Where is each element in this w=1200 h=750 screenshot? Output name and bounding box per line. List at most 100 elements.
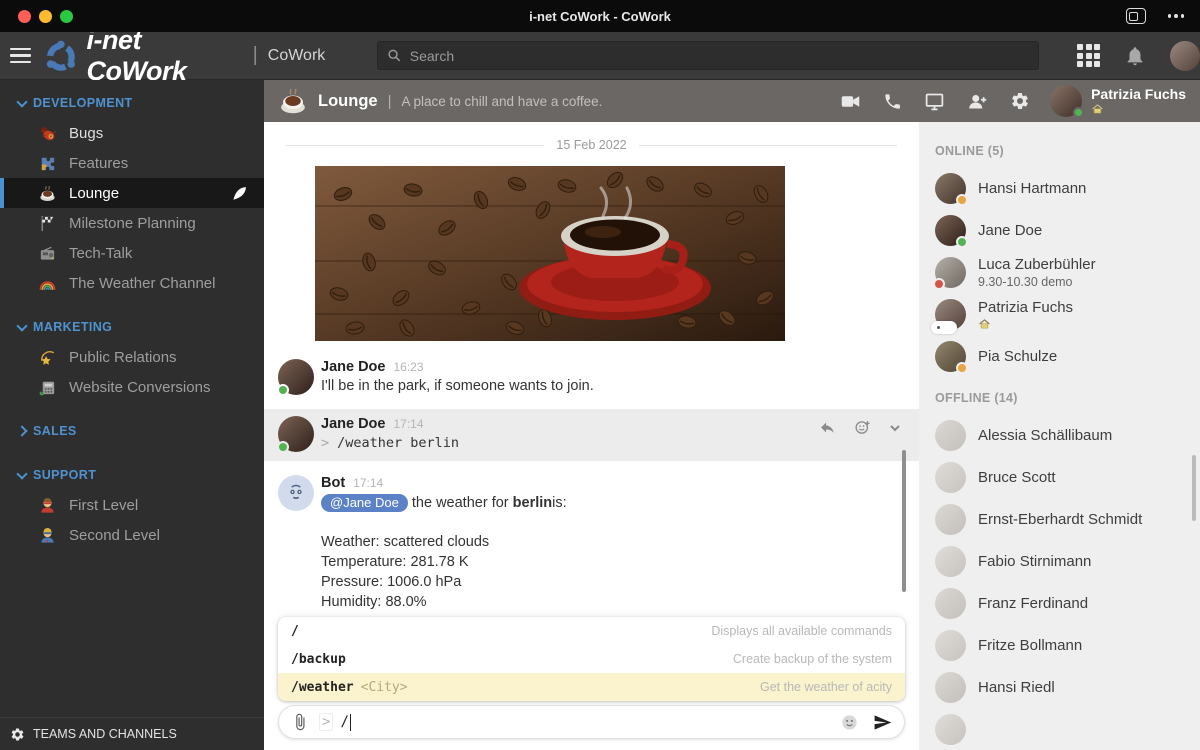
avatar[interactable] [278,416,314,452]
gear-icon[interactable] [1010,91,1030,111]
sidebar-item-features[interactable]: Features [0,148,264,178]
members-panel: ONLINE (5) Hansi Hartmann Jane Doe Luca … [919,122,1200,750]
apps-grid-icon[interactable] [1077,44,1100,67]
brand: i-net CoWork [43,25,239,87]
rainbow-icon [38,274,57,293]
message-time: 16:23 [393,360,423,374]
phone-icon[interactable] [883,92,902,111]
member-row[interactable]: Fabio Stirnimann [935,545,1200,578]
avatar [935,714,966,745]
message-author[interactable]: Bot [321,475,345,491]
member-row[interactable] [935,713,1200,746]
status-dot [956,194,968,206]
calculator-icon [38,378,57,397]
sidebar-section-support[interactable]: SUPPORT [0,458,264,490]
member-row[interactable]: Fritze Bollmann [935,629,1200,662]
teams-and-channels-button[interactable]: TEAMS AND CHANNELS [0,717,264,750]
home-icon [978,318,991,330]
app-window: i-net CoWork - CoWork i-net CoWork | CoW… [0,0,1200,750]
member-row[interactable]: Pia Schulze [935,340,1200,373]
sidebar-section-sales[interactable]: SALES [0,414,264,446]
command-option-backup[interactable]: /backup Create backup of the system [278,645,905,673]
attachment-icon[interactable] [291,713,309,731]
search-icon [387,48,401,63]
avatar [935,462,966,493]
command-option-slash[interactable]: / Displays all available commands [278,617,905,645]
sidebar-item-weather-channel[interactable]: The Weather Channel [0,268,264,298]
window-title: i-net CoWork - CoWork [0,9,1200,24]
menu-icon[interactable] [10,44,31,68]
video-icon[interactable] [840,91,861,112]
more-icon[interactable] [1168,14,1185,18]
member-row[interactable]: Hansi Hartmann [935,172,1200,205]
message-composer[interactable]: > / [278,705,905,739]
bug-icon [38,124,57,143]
member-row[interactable]: Franz Ferdinand [935,587,1200,620]
member-row[interactable]: Patrizia Fuchs [935,298,1200,331]
puzzle-icon [38,154,57,173]
avatar [935,420,966,451]
avatar [1050,85,1082,117]
command-autocomplete: / Displays all available commands /backu… [278,617,905,701]
offline-header: OFFLINE (14) [935,391,1200,405]
member-row[interactable]: Bruce Scott [935,461,1200,494]
add-user-icon[interactable] [967,91,988,112]
member-row[interactable]: Luca Zuberbühler 9.30-10.30 demo [935,256,1200,289]
avatar [935,215,966,246]
member-row[interactable]: Alessia Schällibaum [935,419,1200,452]
send-icon[interactable] [873,713,892,732]
sidebar-item-tech-talk[interactable]: Tech-Talk [0,238,264,268]
member-row[interactable]: Jane Doe [935,214,1200,247]
sidebar-section-marketing[interactable]: MARKETING [0,310,264,342]
channel-topic: A place to chill and have a coffee. [401,94,602,109]
sidebar-item-website-conversions[interactable]: Website Conversions [0,372,264,402]
members-scrollbar[interactable] [1192,455,1196,521]
tab-overview-icon[interactable] [1126,8,1146,24]
bot-avatar[interactable] [278,475,314,511]
shooting-star-icon [38,348,57,367]
screenshare-icon[interactable] [924,91,945,112]
avatar [935,630,966,661]
command-text: /weather berlin [337,435,459,451]
channel-name: Lounge [318,92,378,111]
mention-pill[interactable]: @Jane Doe [321,494,408,512]
emoji-icon[interactable] [840,713,859,732]
sidebar-item-first-level[interactable]: First Level [0,490,264,520]
sidebar-item-second-level[interactable]: Second Level [0,520,264,550]
add-reaction-icon[interactable] [854,419,871,436]
agent-blue-icon [38,526,57,545]
radio-icon [38,244,57,263]
command-option-weather[interactable]: /weather <City> Get the weather of acity [278,673,905,701]
avatar [935,341,966,372]
avatar [935,504,966,535]
member-row[interactable]: Ernst-Eberhardt Schmidt [935,503,1200,536]
chat-scrollbar[interactable] [902,450,906,592]
sidebar-item-milestone-planning[interactable]: Milestone Planning [0,208,264,238]
chevron-down-icon[interactable] [889,422,901,434]
feather-edit-icon [231,185,248,202]
bell-icon[interactable] [1124,45,1146,67]
reply-icon[interactable] [819,419,836,436]
status-dot [277,384,289,396]
current-user[interactable]: Patrizia Fuchs [1050,85,1186,117]
profile-avatar[interactable] [1170,41,1200,71]
chat-area: 15 Feb 2022 [264,122,919,750]
coffee-photo[interactable] [315,166,785,341]
text-caret [350,714,351,731]
sidebar-item-bugs[interactable]: Bugs [0,118,264,148]
avatar[interactable] [278,359,314,395]
search-input[interactable] [410,48,1029,64]
search-bar[interactable] [377,41,1039,70]
sidebar-section-development[interactable]: DEVELOPMENT [0,86,264,118]
sidebar-item-public-relations[interactable]: Public Relations [0,342,264,372]
chevron-down-icon [16,468,27,479]
message-author[interactable]: Jane Doe [321,359,385,375]
status-dot [1073,107,1084,118]
sidebar-item-lounge[interactable]: Lounge [0,178,264,208]
composer-input[interactable]: > / [319,713,840,731]
status-dot [956,236,968,248]
brand-logo-icon [43,37,79,75]
message-author[interactable]: Jane Doe [321,416,385,432]
member-row[interactable]: Hansi Riedl [935,671,1200,704]
message-bot: Bot 17:14 @Jane Doe the weather for berl… [264,467,919,618]
